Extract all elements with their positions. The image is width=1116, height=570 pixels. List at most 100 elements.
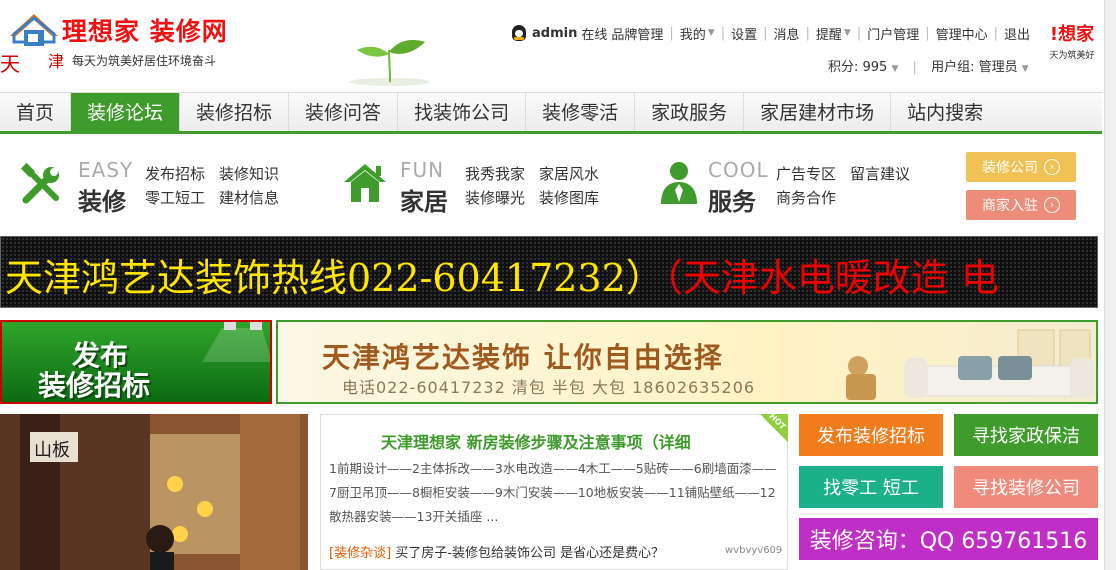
category-link[interactable]: 发布招标 <box>145 163 205 184</box>
decoration-company-button[interactable]: 装修公司 › <box>966 152 1076 182</box>
reminders-link[interactable]: 提醒 <box>816 24 842 43</box>
article-title[interactable]: 天津理想家 新房装修步骤及注意事项（详细 <box>381 429 691 453</box>
category-link[interactable]: 建材信息 <box>219 187 279 208</box>
news-author[interactable]: wvbvyv609 <box>725 545 782 556</box>
chevron-down-icon: ▼ <box>891 64 899 74</box>
portal-mgmt-link[interactable]: 门户管理 <box>867 24 919 43</box>
category-link[interactable]: 零工短工 <box>145 187 205 208</box>
points-menu[interactable]: 积分: 995 <box>828 60 887 75</box>
logo-city-char: 天 <box>0 52 20 76</box>
category-link[interactable]: 装修知识 <box>219 163 279 184</box>
logo-slogan: 每天为筑美好居住环境奋斗 <box>72 54 217 68</box>
category-zh-service: 服务 <box>708 188 756 216</box>
divider: | <box>763 25 768 41</box>
hot-badge: HOT <box>760 411 788 442</box>
category-link[interactable]: 家居风水 <box>539 163 599 184</box>
side-logo-title: !想家 <box>1049 24 1095 45</box>
nav-item-qa[interactable]: 装修问答 <box>289 93 399 131</box>
arrow-right-circle-icon: › <box>1044 159 1060 175</box>
nav-item-find-company[interactable]: 找装饰公司 <box>398 93 527 131</box>
user-toolbar: admin 在线 品牌管理 | 我的 ▼ | 设置 | 消息 | 提醒 ▼ | … <box>512 22 1030 44</box>
led-scrolling-banner[interactable]: 天津鸿艺达装饰热线022-60417232）（天津水电暖改造 电 <box>0 236 1098 308</box>
category-link[interactable]: 我秀我家 <box>465 163 525 184</box>
nav-item-forum[interactable]: 装修论坛 <box>71 93 181 131</box>
nav-item-site-search[interactable]: 站内搜索 <box>891 93 999 131</box>
nav-item-home[interactable]: 首页 <box>0 93 72 131</box>
settings-link[interactable]: 设置 <box>731 24 757 43</box>
divider: | <box>993 25 999 41</box>
online-status: 在线 <box>581 27 608 43</box>
logo-city-char: 津 <box>48 52 65 71</box>
divider: | <box>925 25 930 41</box>
find-cleaning-button[interactable]: 寻找家政保洁 <box>954 414 1098 456</box>
spotlight-icon <box>202 322 270 362</box>
ad-phone: 电话022-60417232 清包 半包 大包 18602635206 <box>342 378 756 397</box>
nav-item-odd-jobs[interactable]: 装修零活 <box>526 93 636 131</box>
user-group-menu[interactable]: 用户组: 管理员 <box>931 60 1018 75</box>
divider: | <box>912 60 917 75</box>
tools-icon <box>20 162 59 204</box>
sofa-illustration <box>846 329 1094 400</box>
photo-sign-text: 山板 <box>34 440 70 461</box>
merchant-join-button[interactable]: 商家入驻 › <box>966 190 1076 220</box>
page-scrollbar[interactable] <box>1104 0 1116 570</box>
side-logo-sub: 天为筑美好 <box>1049 51 1095 61</box>
category-zh-home: 家居 <box>400 188 448 216</box>
divider: | <box>720 25 726 41</box>
ad-headline: 天津鸿艺达装饰 让你自由选择 <box>322 341 724 374</box>
led-service-text: （天津水电暖改造 电 <box>663 256 999 300</box>
category-link[interactable]: 装修图库 <box>539 187 599 208</box>
logo-title: 理想家 装修网 <box>62 17 228 46</box>
house-icon <box>344 164 386 202</box>
category-link[interactable]: 留言建议 <box>850 163 910 184</box>
find-laborer-button[interactable]: 找零工 短工 <box>799 466 943 508</box>
sprout-decoration <box>350 40 430 86</box>
username-link[interactable]: admin <box>532 26 577 41</box>
article-summary: 1前期设计——2主体拆改——3水电改造——4木工——5贴砖——6刷墙面漆——7厨… <box>329 461 777 524</box>
ad-publish-line2: 装修招标 <box>38 369 151 402</box>
side-logo[interactable]: !想家 天为筑美好 <box>1046 22 1098 70</box>
admin-center-link[interactable]: 管理中心 <box>936 24 988 43</box>
qq-consult-button[interactable]: 装修咨询：QQ 659761516 <box>799 518 1098 560</box>
logout-link[interactable]: 退出 <box>1004 24 1030 43</box>
category-zh-renovation: 装修 <box>78 188 126 216</box>
divider: | <box>669 25 674 41</box>
category-link[interactable]: 广告专区 <box>776 163 836 184</box>
my-menu[interactable]: 我的 <box>680 24 706 43</box>
arrow-right-circle-icon: › <box>1044 197 1060 213</box>
hot-label: HOT <box>767 411 788 432</box>
category-link[interactable]: 商务合作 <box>776 187 836 208</box>
main-nav: 首页 装修论坛 装修招标 装修问答 找装饰公司 装修零活 家政服务 家居建材市场… <box>0 92 1102 134</box>
led-hotline-text: 天津鸿艺达装饰热线022-60417232） <box>5 256 664 300</box>
pill-label: 装修公司 <box>982 160 1038 176</box>
led-text: 天津鸿艺达装饰热线022-60417232）（天津水电暖改造 电 <box>5 247 999 302</box>
pill-label: 商家入驻 <box>982 198 1038 214</box>
find-company-button[interactable]: 寻找装修公司 <box>954 466 1098 508</box>
publish-tender-ad[interactable]: 发布 装修招标 <box>0 320 272 404</box>
messages-link[interactable]: 消息 <box>774 24 800 43</box>
nav-item-tender[interactable]: 装修招标 <box>180 93 290 131</box>
featured-article: 天津理想家 新房装修步骤及注意事项（详细 1前期设计——2主体拆改——3水电改造… <box>320 414 788 570</box>
divider: | <box>805 25 810 41</box>
brand-mgmt-link[interactable]: 品牌管理 <box>611 24 663 43</box>
category-en-cool: COOL <box>708 158 769 182</box>
category-en-easy: EASY <box>78 158 134 182</box>
chevron-down-icon: ▼ <box>843 28 851 38</box>
news-item[interactable]: [装修杂谈] 买了房子-装修包给装饰公司 是省心还是费心？ <box>329 542 664 561</box>
chevron-down-icon: ▼ <box>1021 64 1029 74</box>
qq-penguin-icon <box>512 25 526 41</box>
category-en-fun: FUN <box>400 158 445 182</box>
category-link[interactable]: 装修曝光 <box>465 187 525 208</box>
hongyida-decoration-ad[interactable]: 天津鸿艺达装饰 让你自由选择 电话022-60417232 清包 半包 大包 1… <box>276 320 1098 404</box>
featured-photo[interactable]: 山板 <box>0 414 308 570</box>
nav-item-materials-market[interactable]: 家居建材市场 <box>744 93 892 131</box>
user-service-icon <box>661 162 697 204</box>
news-title[interactable]: 买了房子-装修包给装饰公司 是省心还是费心？ <box>395 546 664 561</box>
publish-tender-button[interactable]: 发布装修招标 <box>799 414 943 456</box>
user-stats: 积分: 995 ▼ | 用户组: 管理员 ▼ <box>828 56 1029 75</box>
nav-item-housekeeping[interactable]: 家政服务 <box>635 93 745 131</box>
divider: | <box>856 25 862 41</box>
news-category-tag[interactable]: [装修杂谈] <box>329 546 391 561</box>
site-logo[interactable]: 理想家 装修网 天 津 每天为筑美好居住环境奋斗 <box>0 0 232 76</box>
chevron-down-icon: ▼ <box>707 28 715 38</box>
